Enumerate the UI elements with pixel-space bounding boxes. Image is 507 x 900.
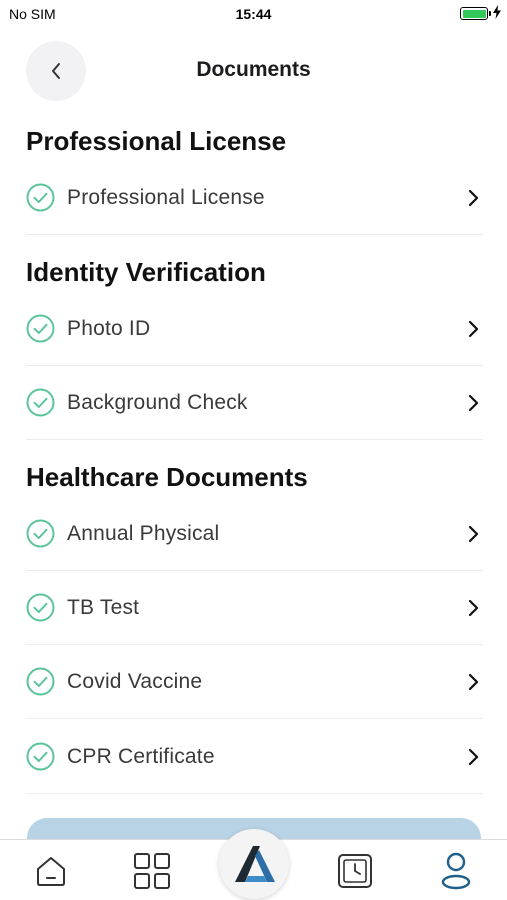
section-title-professional-license: Professional License [26,126,287,156]
document-label: Annual Physical [67,521,220,545]
charging-bolt-icon [493,5,501,19]
tab-home-logo[interactable] [219,829,289,899]
chevron-right-icon [468,673,479,690]
chevron-right-icon [468,599,479,616]
clock-label: 15:44 [235,6,272,22]
document-label: Photo ID [67,316,151,340]
chevron-right-icon [468,394,479,411]
document-label: Professional License [67,185,265,209]
check-circle-icon [26,183,55,212]
section-title-healthcare-documents: Healthcare Documents [26,462,308,492]
chevron-right-icon [468,748,479,765]
grid-icon [134,852,170,889]
tab-bar [0,829,507,900]
document-row-covid-vaccine[interactable]: Covid Vaccine [26,645,483,719]
clock-icon [338,853,372,888]
document-row-photo-id[interactable]: Photo ID [26,292,483,366]
tab-home[interactable] [21,840,81,900]
document-row-tb-test[interactable]: TB Test [26,571,483,645]
tab-dashboard[interactable] [122,840,182,900]
document-label: TB Test [67,595,140,619]
document-row-professional-license[interactable]: Professional License [26,161,483,235]
chevron-right-icon [468,320,479,337]
app-logo-icon [235,846,275,882]
chevron-right-icon [468,189,479,206]
check-circle-icon [26,519,55,548]
document-row-background-check[interactable]: Background Check [26,366,483,440]
tab-profile[interactable] [426,840,486,900]
check-circle-icon [26,314,55,343]
check-circle-icon [26,593,55,622]
chevron-right-icon [468,525,479,542]
document-row-annual-physical[interactable]: Annual Physical [26,497,483,571]
page-title: Documents [196,58,311,81]
document-label: Covid Vaccine [67,669,203,693]
home-icon [37,856,65,886]
profile-icon [441,852,471,889]
check-circle-icon [26,667,55,696]
document-label: CPR Certificate [67,744,215,768]
battery-icon [460,7,491,20]
check-circle-icon [26,388,55,417]
document-label: Background Check [67,390,248,414]
check-circle-icon [26,742,55,771]
status-bar: No SIM 15:44 [0,0,507,28]
tab-timesheet[interactable] [325,840,385,900]
document-row-cpr-certificate[interactable]: CPR Certificate [26,720,483,794]
section-title-identity-verification: Identity Verification [26,257,266,287]
